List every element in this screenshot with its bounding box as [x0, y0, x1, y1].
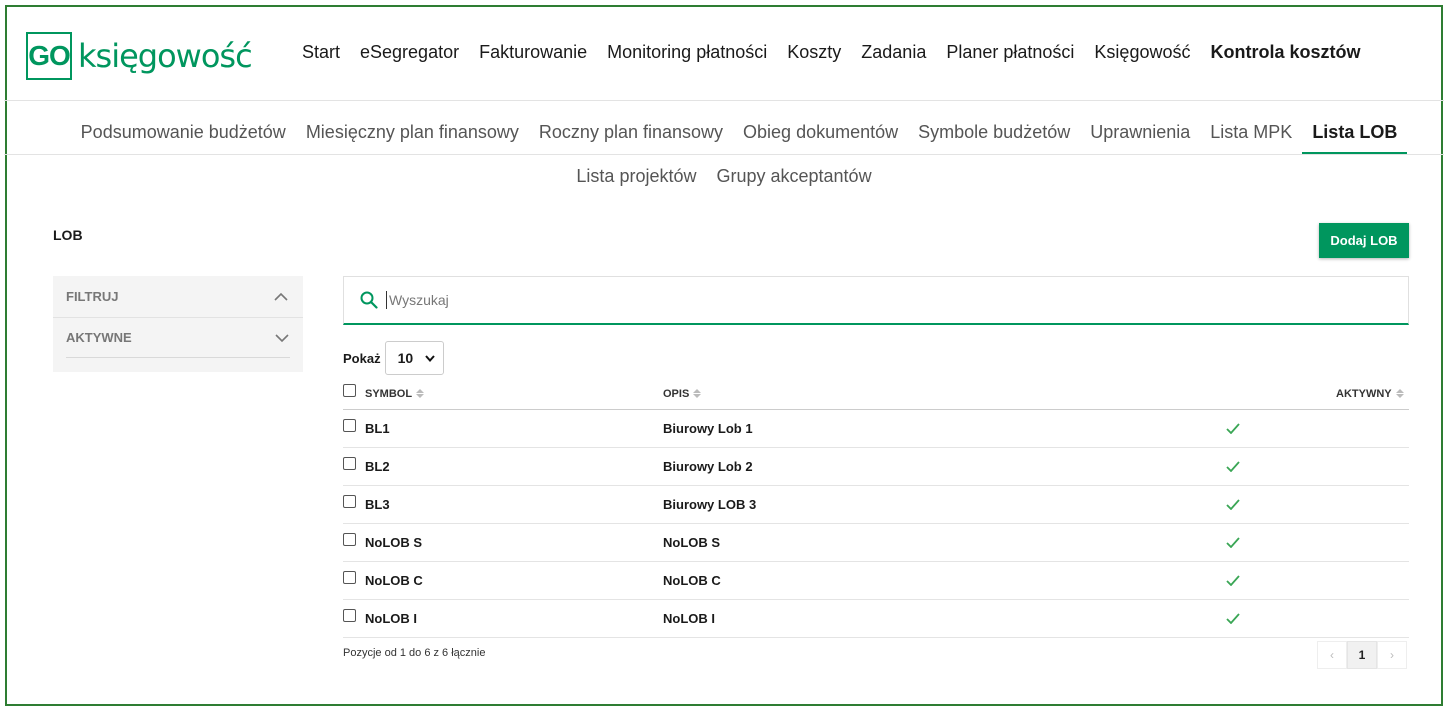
sort-icon[interactable] — [693, 389, 702, 398]
cell-opis: Biurowy Lob 1 — [663, 421, 753, 436]
cell-symbol: NoLOB C — [365, 573, 423, 588]
table-row[interactable]: NoLOB C NoLOB C — [343, 562, 1409, 600]
table-row[interactable]: NoLOB I NoLOB I — [343, 600, 1409, 638]
cell-opis: Biurowy LOB 3 — [663, 497, 757, 512]
col-aktywny[interactable]: AKTYWNY — [1336, 388, 1392, 400]
cell-opis: NoLOB S — [663, 535, 721, 550]
chevron-down-icon — [424, 354, 435, 362]
cell-symbol: NoLOB I — [365, 611, 417, 626]
col-symbol[interactable]: SYMBOL — [365, 388, 412, 400]
check-icon — [1226, 499, 1240, 510]
row-checkbox[interactable] — [343, 419, 356, 432]
tab-uprawnienia[interactable]: Uprawnienia — [1080, 122, 1200, 154]
lob-table: SYMBOL OPIS AKTYWNY BL1 Biurowy Lob 1 BL… — [343, 378, 1409, 638]
table-row[interactable]: NoLOB S NoLOB S — [343, 524, 1409, 562]
nav-planer-platnosci[interactable]: Planer płatności — [936, 42, 1084, 63]
filter-title: FILTRUJ — [66, 289, 119, 304]
add-lob-button[interactable]: Dodaj LOB — [1319, 223, 1409, 258]
tab-miesieczny-plan[interactable]: Miesięczny plan finansowy — [296, 122, 529, 154]
check-icon — [1226, 613, 1240, 624]
divider — [4, 100, 1444, 101]
nav-start[interactable]: Start — [292, 42, 350, 63]
divider — [4, 154, 1444, 155]
row-checkbox[interactable] — [343, 495, 356, 508]
sub-nav: Podsumowanie budżetów Miesięczny plan fi… — [0, 122, 1448, 154]
search-box — [343, 276, 1409, 325]
prev-page-button[interactable]: ‹ — [1317, 641, 1347, 669]
logo-text: księgowość — [78, 37, 253, 75]
logo-go-box: GO — [26, 32, 72, 80]
page-size-control: Pokaż 10 — [343, 341, 444, 375]
chevron-down-icon — [275, 333, 289, 342]
row-checkbox[interactable] — [343, 571, 356, 584]
nav-monitoring-platnosci[interactable]: Monitoring płatności — [597, 42, 777, 63]
tab-lista-lob[interactable]: Lista LOB — [1302, 122, 1408, 154]
filter-aktywne-label: AKTYWNE — [66, 330, 132, 345]
check-icon — [1226, 537, 1240, 548]
row-checkbox[interactable] — [343, 533, 356, 546]
sort-icon[interactable] — [1395, 389, 1404, 398]
col-opis[interactable]: OPIS — [663, 388, 689, 400]
page-1-button[interactable]: 1 — [1347, 641, 1377, 669]
nav-ksiegowosc[interactable]: Księgowość — [1084, 42, 1200, 63]
search-icon — [360, 291, 378, 309]
filter-header[interactable]: FILTRUJ — [53, 276, 303, 318]
show-label: Pokaż — [343, 350, 381, 366]
page-title: LOB — [53, 227, 83, 243]
page-size-value: 10 — [397, 350, 414, 366]
tab-grupy-akceptantow[interactable]: Grupy akceptantów — [706, 166, 881, 187]
cell-opis: Biurowy Lob 2 — [663, 459, 753, 474]
nav-koszty[interactable]: Koszty — [777, 42, 851, 63]
nav-zadania[interactable]: Zadania — [851, 42, 936, 63]
tab-obieg-dokumentow[interactable]: Obieg dokumentów — [733, 122, 908, 154]
main-nav: Start eSegregator Fakturowanie Monitorin… — [292, 42, 1370, 63]
select-all-checkbox[interactable] — [343, 384, 356, 397]
next-page-button[interactable]: › — [1377, 641, 1407, 669]
tab-lista-projektow[interactable]: Lista projektów — [566, 166, 706, 187]
logo[interactable]: GO księgowość — [26, 30, 253, 82]
cell-opis: NoLOB C — [663, 573, 721, 588]
sub-nav-second-row: Lista projektów Grupy akceptantów — [0, 166, 1448, 187]
table-header: SYMBOL OPIS AKTYWNY — [343, 378, 1409, 410]
check-icon — [1226, 461, 1240, 472]
tab-roczny-plan[interactable]: Roczny plan finansowy — [529, 122, 733, 154]
pagination: ‹ 1 › — [1317, 641, 1407, 669]
cell-symbol: BL1 — [365, 421, 390, 436]
pagination-info: Pozycje od 1 do 6 z 6 łącznie — [343, 647, 486, 659]
search-input[interactable] — [386, 291, 1286, 309]
table-row[interactable]: BL2 Biurowy Lob 2 — [343, 448, 1409, 486]
filter-panel: FILTRUJ AKTYWNE — [53, 276, 303, 372]
page-size-select[interactable]: 10 — [384, 341, 444, 375]
row-checkbox[interactable] — [343, 457, 356, 470]
sort-icon[interactable] — [416, 389, 425, 398]
check-icon — [1226, 575, 1240, 586]
tab-symbole-budzetow[interactable]: Symbole budżetów — [908, 122, 1080, 154]
tab-podsumowanie-budzetow[interactable]: Podsumowanie budżetów — [71, 122, 296, 154]
table-row[interactable]: BL1 Biurowy Lob 1 — [343, 410, 1409, 448]
chevron-up-icon — [274, 292, 288, 301]
nav-fakturowanie[interactable]: Fakturowanie — [469, 42, 597, 63]
nav-kontrola-kosztow[interactable]: Kontrola kosztów — [1200, 42, 1370, 63]
table-row[interactable]: BL3 Biurowy LOB 3 — [343, 486, 1409, 524]
cell-opis: NoLOB I — [663, 611, 715, 626]
row-checkbox[interactable] — [343, 609, 356, 622]
filter-aktywne[interactable]: AKTYWNE — [66, 318, 290, 358]
check-icon — [1226, 423, 1240, 434]
nav-esegregator[interactable]: eSegregator — [350, 42, 469, 63]
cell-symbol: NoLOB S — [365, 535, 423, 550]
tab-lista-mpk[interactable]: Lista MPK — [1200, 122, 1302, 154]
cell-symbol: BL2 — [365, 459, 390, 474]
cell-symbol: BL3 — [365, 497, 390, 512]
